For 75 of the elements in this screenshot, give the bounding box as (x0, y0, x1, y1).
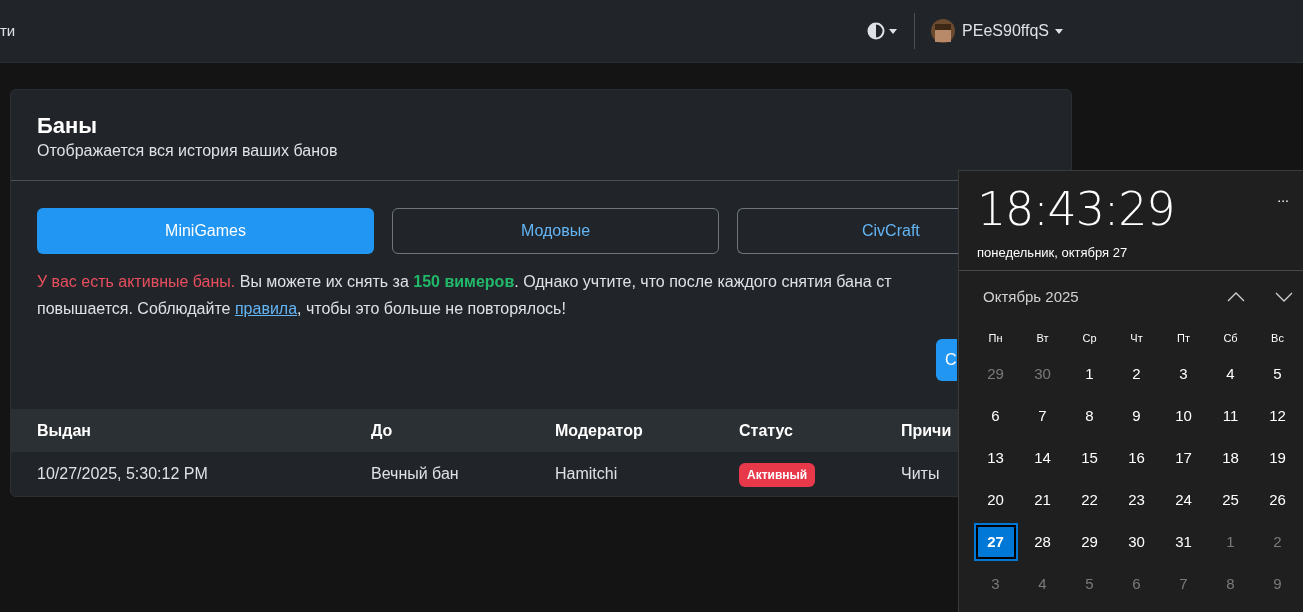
calendar-day[interactable]: 2 (1255, 523, 1300, 561)
calendar-day[interactable]: 30 (1114, 523, 1159, 561)
calendar-day[interactable]: 8 (1067, 397, 1112, 435)
calendar-day[interactable]: 31 (1161, 523, 1206, 561)
calendar-day[interactable]: 29 (1067, 523, 1112, 561)
clock-time: 18:43:29 (977, 181, 1175, 237)
avatar-icon (930, 18, 957, 44)
user-menu[interactable]: PEeS90ffqS (930, 18, 1063, 44)
column-header: Статус (739, 420, 793, 441)
calendar-day[interactable]: 9 (1114, 397, 1159, 435)
calendar-day[interactable]: 3 (1161, 355, 1206, 393)
table-cell-text: Вечный бан (371, 464, 460, 484)
calendar-day[interactable]: 6 (1114, 565, 1159, 603)
calendar-day[interactable]: 7 (1161, 565, 1206, 603)
calendar-day[interactable]: 5 (1255, 355, 1300, 393)
calendar-day[interactable]: 1 (1067, 355, 1112, 393)
calendar-day[interactable]: 25 (1208, 481, 1253, 519)
month-label[interactable]: Октябрь 2025 (983, 285, 1227, 309)
card-title: Баны (37, 112, 99, 140)
calendar-day[interactable]: 11 (1208, 397, 1253, 435)
calendar-day[interactable]: 13 (973, 439, 1018, 477)
column-header: Причи (901, 420, 952, 441)
calendar-day[interactable]: 12 (1255, 397, 1300, 435)
caret-icon (889, 28, 898, 34)
calendar-day[interactable]: 10 (1161, 397, 1206, 435)
tab[interactable]: Модовые (392, 208, 719, 254)
status-badge: Активный (739, 462, 816, 487)
calendar-day[interactable]: 3 (973, 565, 1018, 603)
weekday-label: Пт (1177, 330, 1190, 346)
calendar-day[interactable]: 16 (1114, 439, 1159, 477)
table-cell-text: Hamitchi (555, 464, 619, 484)
calendar-day[interactable]: 1 (1208, 523, 1253, 561)
column-header: До (371, 420, 393, 441)
nav-link[interactable]: ти (0, 19, 16, 43)
calendar-day[interactable]: 23 (1114, 481, 1159, 519)
weekday-label: Вт (1036, 330, 1049, 346)
weekday-label: Ср (1082, 330, 1097, 346)
caret-icon (1055, 28, 1063, 34)
column-header: Выдан (37, 420, 91, 441)
calendar-day[interactable]: 24 (1161, 481, 1206, 519)
calendar-day[interactable]: 27 (973, 523, 1018, 561)
calendar-day[interactable]: 5 (1067, 565, 1112, 603)
column-header: Модератор (555, 420, 643, 441)
calendar-day[interactable]: 20 (973, 481, 1018, 519)
weekday-label: Вс (1271, 330, 1284, 346)
chevron-down-icon[interactable] (1275, 292, 1293, 302)
chevron-up-icon[interactable] (1227, 292, 1245, 302)
calendar-day[interactable]: 29 (973, 355, 1018, 393)
calendar-day[interactable]: 26 (1255, 481, 1300, 519)
calendar-day[interactable]: 22 (1067, 481, 1112, 519)
calendar-day[interactable]: 7 (1020, 397, 1065, 435)
clock-date: понедельник, октября 27 (977, 244, 1129, 262)
table-cell-text: Читы (901, 464, 940, 484)
theme-menu-button[interactable] (867, 22, 898, 40)
calendar-day[interactable]: 6 (973, 397, 1018, 435)
calendar-day[interactable]: 28 (1020, 523, 1065, 561)
weekday-label: Пн (988, 330, 1003, 346)
calendar-day[interactable]: 4 (1020, 565, 1065, 603)
calendar-day[interactable]: 30 (1020, 355, 1065, 393)
calendar-day[interactable]: 8 (1208, 565, 1253, 603)
calendar-day[interactable]: 17 (1161, 439, 1206, 477)
weekday-label: Сб (1223, 330, 1238, 346)
calendar-day[interactable]: 15 (1067, 439, 1112, 477)
more-button[interactable]: ... (1277, 187, 1289, 208)
calendar-day[interactable]: 18 (1208, 439, 1253, 477)
contrast-icon (867, 22, 886, 40)
weekday-label: Чт (1130, 330, 1143, 346)
calendar-day[interactable]: 14 (1020, 439, 1065, 477)
card-subtitle: Отображается вся история ваших банов (37, 141, 339, 161)
calendar-day[interactable]: 2 (1114, 355, 1159, 393)
calendar-day[interactable]: 4 (1208, 355, 1253, 393)
calendar-day[interactable]: 9 (1255, 565, 1300, 603)
table-cell-text: 10/27/2025, 5:30:12 PM (37, 464, 209, 484)
calendar-day[interactable]: 19 (1255, 439, 1300, 477)
calendar-day[interactable]: 21 (1020, 481, 1065, 519)
